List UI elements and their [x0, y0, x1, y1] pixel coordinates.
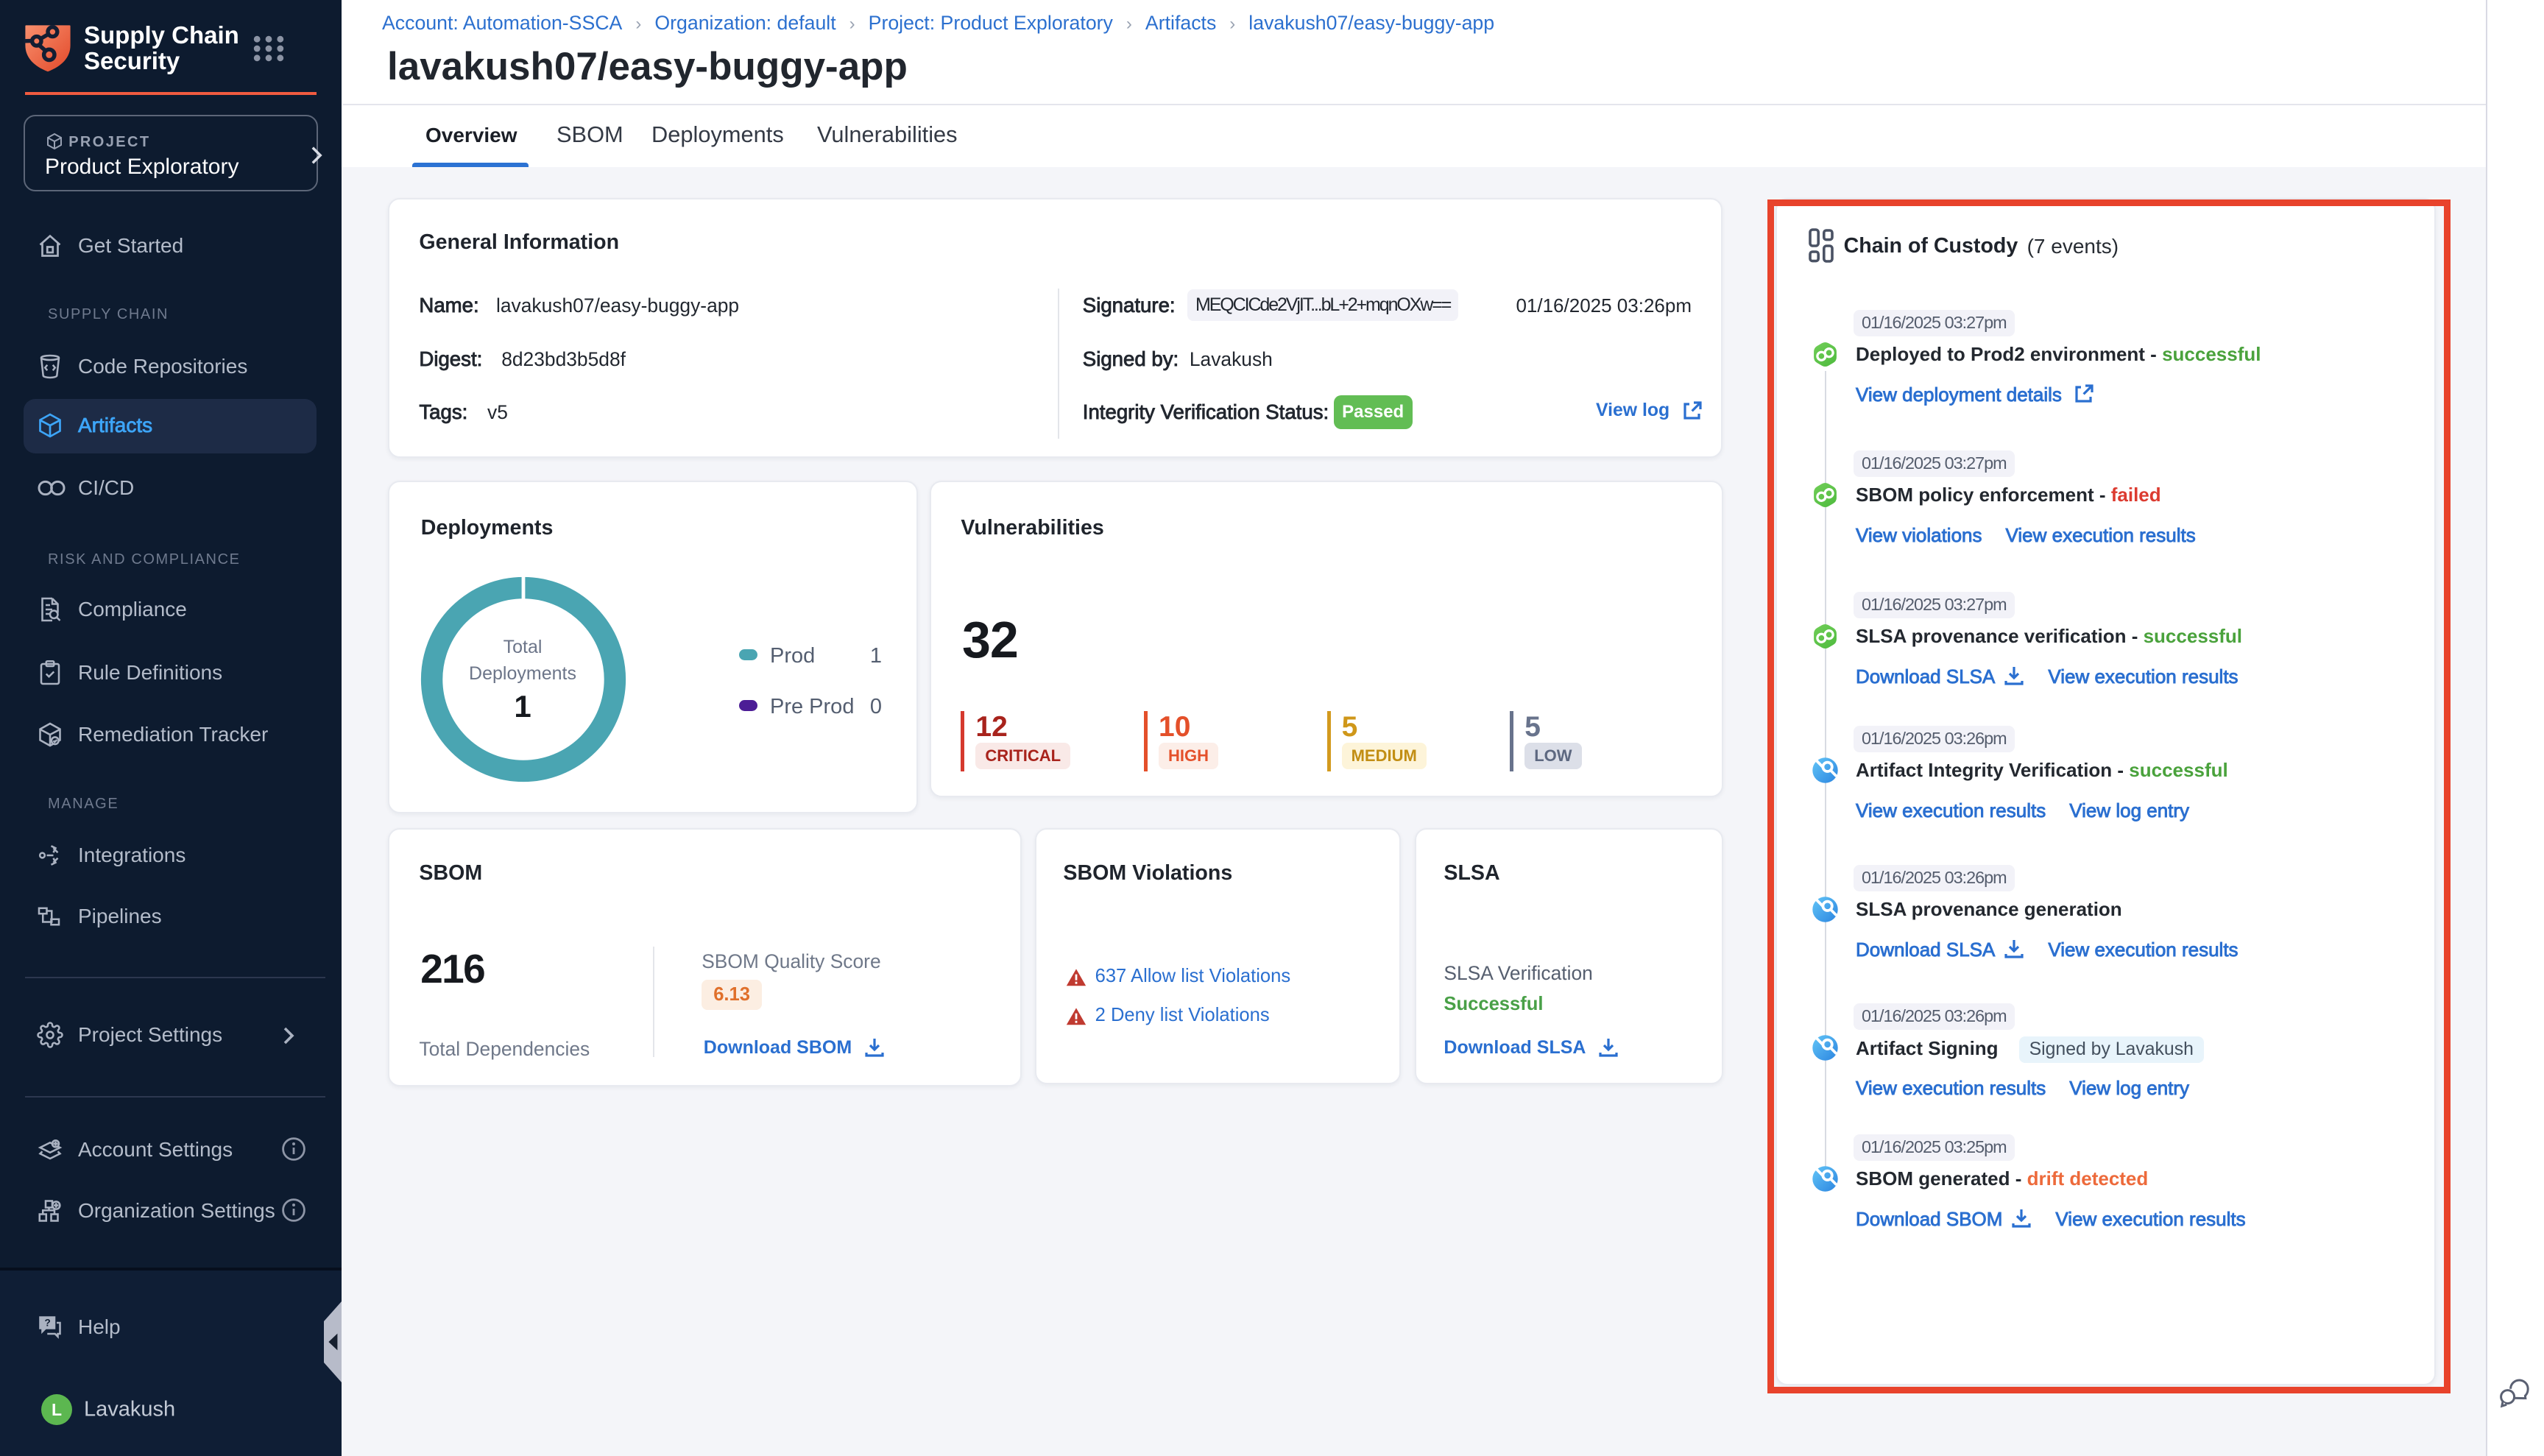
svg-text:?: ? [45, 1318, 51, 1329]
